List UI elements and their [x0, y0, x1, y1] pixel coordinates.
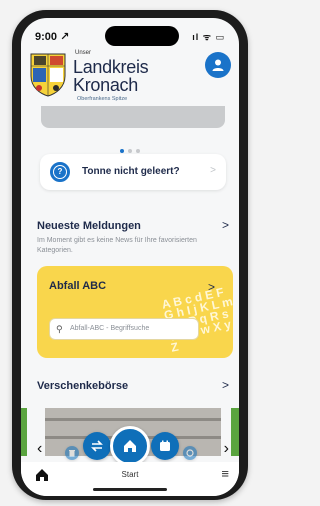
tonne-nicht-geleert-card[interactable]: ? Tonne nicht geleert? >	[40, 154, 226, 190]
trash-icon	[69, 450, 75, 457]
abfall-abc-card[interactable]: A B c d E F G h I j K L m N o P q R s T …	[37, 266, 233, 358]
carousel-dot[interactable]	[128, 149, 132, 153]
abfall-abc-chevron-icon[interactable]: >	[208, 280, 215, 294]
bin-icon	[186, 449, 194, 457]
tab-start[interactable]: Start	[21, 470, 239, 479]
app-screen: 9:00 ↗ ıl ᯤ ▭ Unser Landkreis Kronach Ob…	[21, 18, 239, 496]
brand-tagline: Oberfrankens Spitze	[77, 96, 128, 102]
carousel-image-prev[interactable]	[21, 408, 27, 456]
carousel-prev-button[interactable]: ‹	[37, 440, 42, 458]
brand-name-line2: Kronach	[73, 75, 138, 95]
abfall-abc-title: Abfall ABC	[49, 280, 107, 292]
status-icons: ıl ᯤ ▭	[192, 32, 225, 42]
calendar-icon	[160, 440, 170, 451]
search-icon: ⚲	[56, 324, 63, 334]
verschenkeboerse-title: Verschenkebörse	[37, 380, 129, 392]
swap-button[interactable]	[83, 432, 111, 460]
home-indicator	[93, 488, 167, 491]
swap-icon	[91, 440, 103, 452]
question-icon: ?	[50, 162, 70, 182]
bin-button[interactable]	[183, 446, 197, 460]
home-button[interactable]	[110, 426, 150, 466]
carousel-image-next[interactable]	[231, 408, 239, 456]
status-time: 9:00 ↗	[35, 31, 70, 43]
brand-name-line1: Landkreis	[73, 57, 149, 77]
chevron-right-icon: >	[210, 165, 216, 176]
brand-prefix: Unser	[75, 50, 92, 56]
verschenke-chevron-icon[interactable]: >	[222, 378, 229, 392]
trash-button[interactable]	[65, 446, 79, 460]
tonne-label: Tonne nicht geleert?	[82, 166, 180, 177]
news-section-title: Neueste Meldungen	[37, 220, 141, 232]
image-detail	[45, 418, 221, 421]
search-placeholder: Abfall-ABC - Begriffsuche	[70, 325, 150, 332]
news-empty-text: Im Moment gibt es keine News für Ihre fa…	[37, 237, 197, 254]
abfall-abc-search-input[interactable]: ⚲ Abfall-ABC - Begriffsuche	[49, 318, 199, 340]
carousel-card[interactable]	[41, 106, 225, 128]
news-chevron-icon[interactable]: >	[222, 218, 229, 232]
menu-icon[interactable]: ≡	[221, 466, 229, 481]
carousel-dot[interactable]	[120, 149, 124, 153]
carousel-next-button[interactable]: ›	[224, 440, 229, 458]
calendar-button[interactable]	[151, 432, 179, 460]
home-icon	[124, 440, 136, 452]
dynamic-island	[105, 26, 179, 46]
status-bar: 9:00 ↗ ıl ᯤ ▭	[21, 18, 239, 50]
user-icon	[212, 59, 224, 71]
coat-of-arms-icon	[30, 53, 66, 97]
carousel-dot[interactable]	[136, 149, 140, 153]
profile-button[interactable]	[205, 52, 231, 78]
